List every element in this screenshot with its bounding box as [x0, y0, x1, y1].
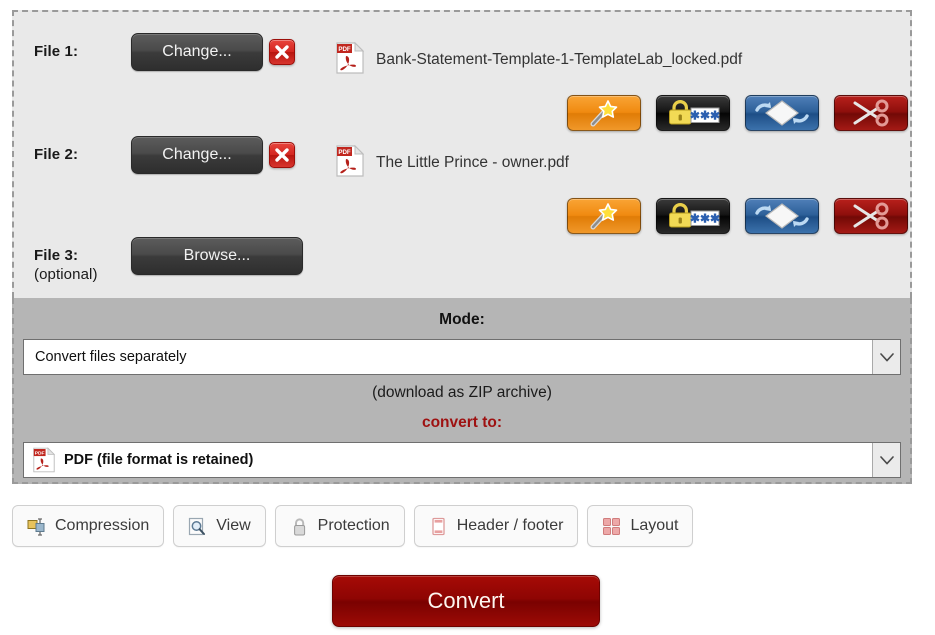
tab-compression-label: Compression — [55, 517, 150, 534]
tab-view-label: View — [216, 517, 251, 534]
file-3-browse-label: Browse... — [183, 247, 251, 264]
option-tabs: Compression View Protection Header / foo… — [12, 505, 694, 547]
file-2-change-button[interactable]: Change... — [131, 136, 263, 174]
scissors-icon — [853, 202, 889, 230]
file-2-split-button[interactable] — [834, 198, 908, 234]
file-2-filename: The Little Prince - owner.pdf — [376, 154, 569, 171]
tab-layout[interactable]: Layout — [587, 505, 694, 547]
file-2-change-label: Change... — [162, 146, 232, 163]
file-1-change-label: Change... — [162, 43, 232, 60]
file-3-optional-text: (optional) — [34, 266, 98, 283]
chevron-down-icon — [879, 455, 894, 464]
mode-select-arrow — [872, 340, 900, 374]
mode-title: Mode: — [439, 311, 485, 328]
file-2-enhance-button[interactable] — [567, 198, 641, 234]
close-icon — [275, 148, 289, 162]
file-1-split-button[interactable] — [834, 95, 908, 131]
compression-icon — [27, 517, 46, 536]
tab-header-footer-label: Header / footer — [456, 517, 564, 534]
tab-protection-label: Protection — [317, 517, 390, 534]
svg-text:PDF: PDF — [35, 451, 45, 457]
tab-view[interactable]: View — [173, 505, 266, 547]
lock-password-icon: ✱✱✱ — [669, 203, 720, 228]
convert-to-select-value: PDF (file format is retained) — [64, 452, 254, 468]
pdf-icon: PDF — [336, 41, 365, 74]
chevron-down-icon — [879, 352, 894, 361]
layout-grid-icon — [602, 517, 621, 536]
convert-submit-label: Convert — [427, 588, 505, 613]
file-2-delete-button[interactable] — [269, 142, 295, 168]
svg-text:PDF: PDF — [338, 46, 351, 53]
magic-wand-icon — [590, 100, 618, 127]
file-2-label: File 2: — [34, 145, 78, 164]
pdf-converter-page: File 1: Change... PDF Bank-Statement-Tem… — [0, 0, 935, 635]
mode-zip-note: (download as ZIP archive) — [372, 384, 552, 401]
file-1-password-button[interactable]: ✱✱✱ — [656, 95, 730, 131]
tab-header-footer[interactable]: Header / footer — [413, 505, 579, 547]
svg-text:✱✱✱: ✱✱✱ — [690, 212, 720, 226]
lock-password-icon: ✱✱✱ — [669, 100, 720, 125]
file-3-label-text: File 3: — [34, 247, 79, 264]
file-3-browse-button[interactable]: Browse... — [131, 237, 303, 275]
rotate-pages-icon — [755, 203, 809, 229]
convert-to-select[interactable]: PDF PDF (file format is retained) — [23, 442, 901, 478]
file-1-change-button[interactable]: Change... — [131, 33, 263, 71]
tab-layout-label: Layout — [630, 517, 679, 534]
magic-wand-icon — [590, 203, 618, 230]
file-1-rotate-button[interactable] — [745, 95, 819, 131]
rotate-pages-icon — [755, 100, 809, 126]
file-1-filename: Bank-Statement-Template-1-TemplateLab_lo… — [376, 51, 743, 68]
view-magnifier-icon — [188, 517, 207, 536]
file-2-rotate-button[interactable] — [745, 198, 819, 234]
scissors-icon — [853, 99, 889, 127]
file-1-pdf-icon: PDF — [336, 41, 365, 79]
file-2-label-text: File 2: — [34, 146, 79, 163]
file-selection-panel: File 1: Change... PDF Bank-Statement-Tem… — [12, 10, 912, 298]
file-1-label: File 1: — [34, 42, 78, 61]
file-2-pdf-icon: PDF — [336, 144, 365, 182]
convert-submit-button[interactable]: Convert — [332, 575, 600, 627]
convert-to-select-arrow — [872, 443, 900, 477]
tab-compression[interactable]: Compression — [12, 505, 165, 547]
protection-lock-icon — [290, 517, 309, 536]
convert-to-pdf-icon: PDF — [24, 447, 55, 473]
file-1-delete-button[interactable] — [269, 39, 295, 65]
mode-select-value: Convert files separately — [35, 349, 187, 365]
pdf-icon: PDF — [33, 447, 55, 473]
file-1-label-text: File 1: — [34, 43, 79, 60]
tab-protection[interactable]: Protection — [274, 505, 405, 547]
mode-select[interactable]: Convert files separately — [23, 339, 901, 375]
file-1-enhance-button[interactable] — [567, 95, 641, 131]
file-2-password-button[interactable]: ✱✱✱ — [656, 198, 730, 234]
mode-panel: Mode: Convert files separately (download… — [12, 298, 912, 484]
svg-text:PDF: PDF — [338, 149, 351, 156]
pdf-icon: PDF — [336, 144, 365, 177]
svg-text:✱✱✱: ✱✱✱ — [690, 109, 720, 123]
close-icon — [275, 45, 289, 59]
file-3-label: File 3: (optional) — [34, 246, 98, 284]
header-footer-icon — [429, 517, 448, 536]
convert-to-title: convert to: — [421, 414, 503, 431]
